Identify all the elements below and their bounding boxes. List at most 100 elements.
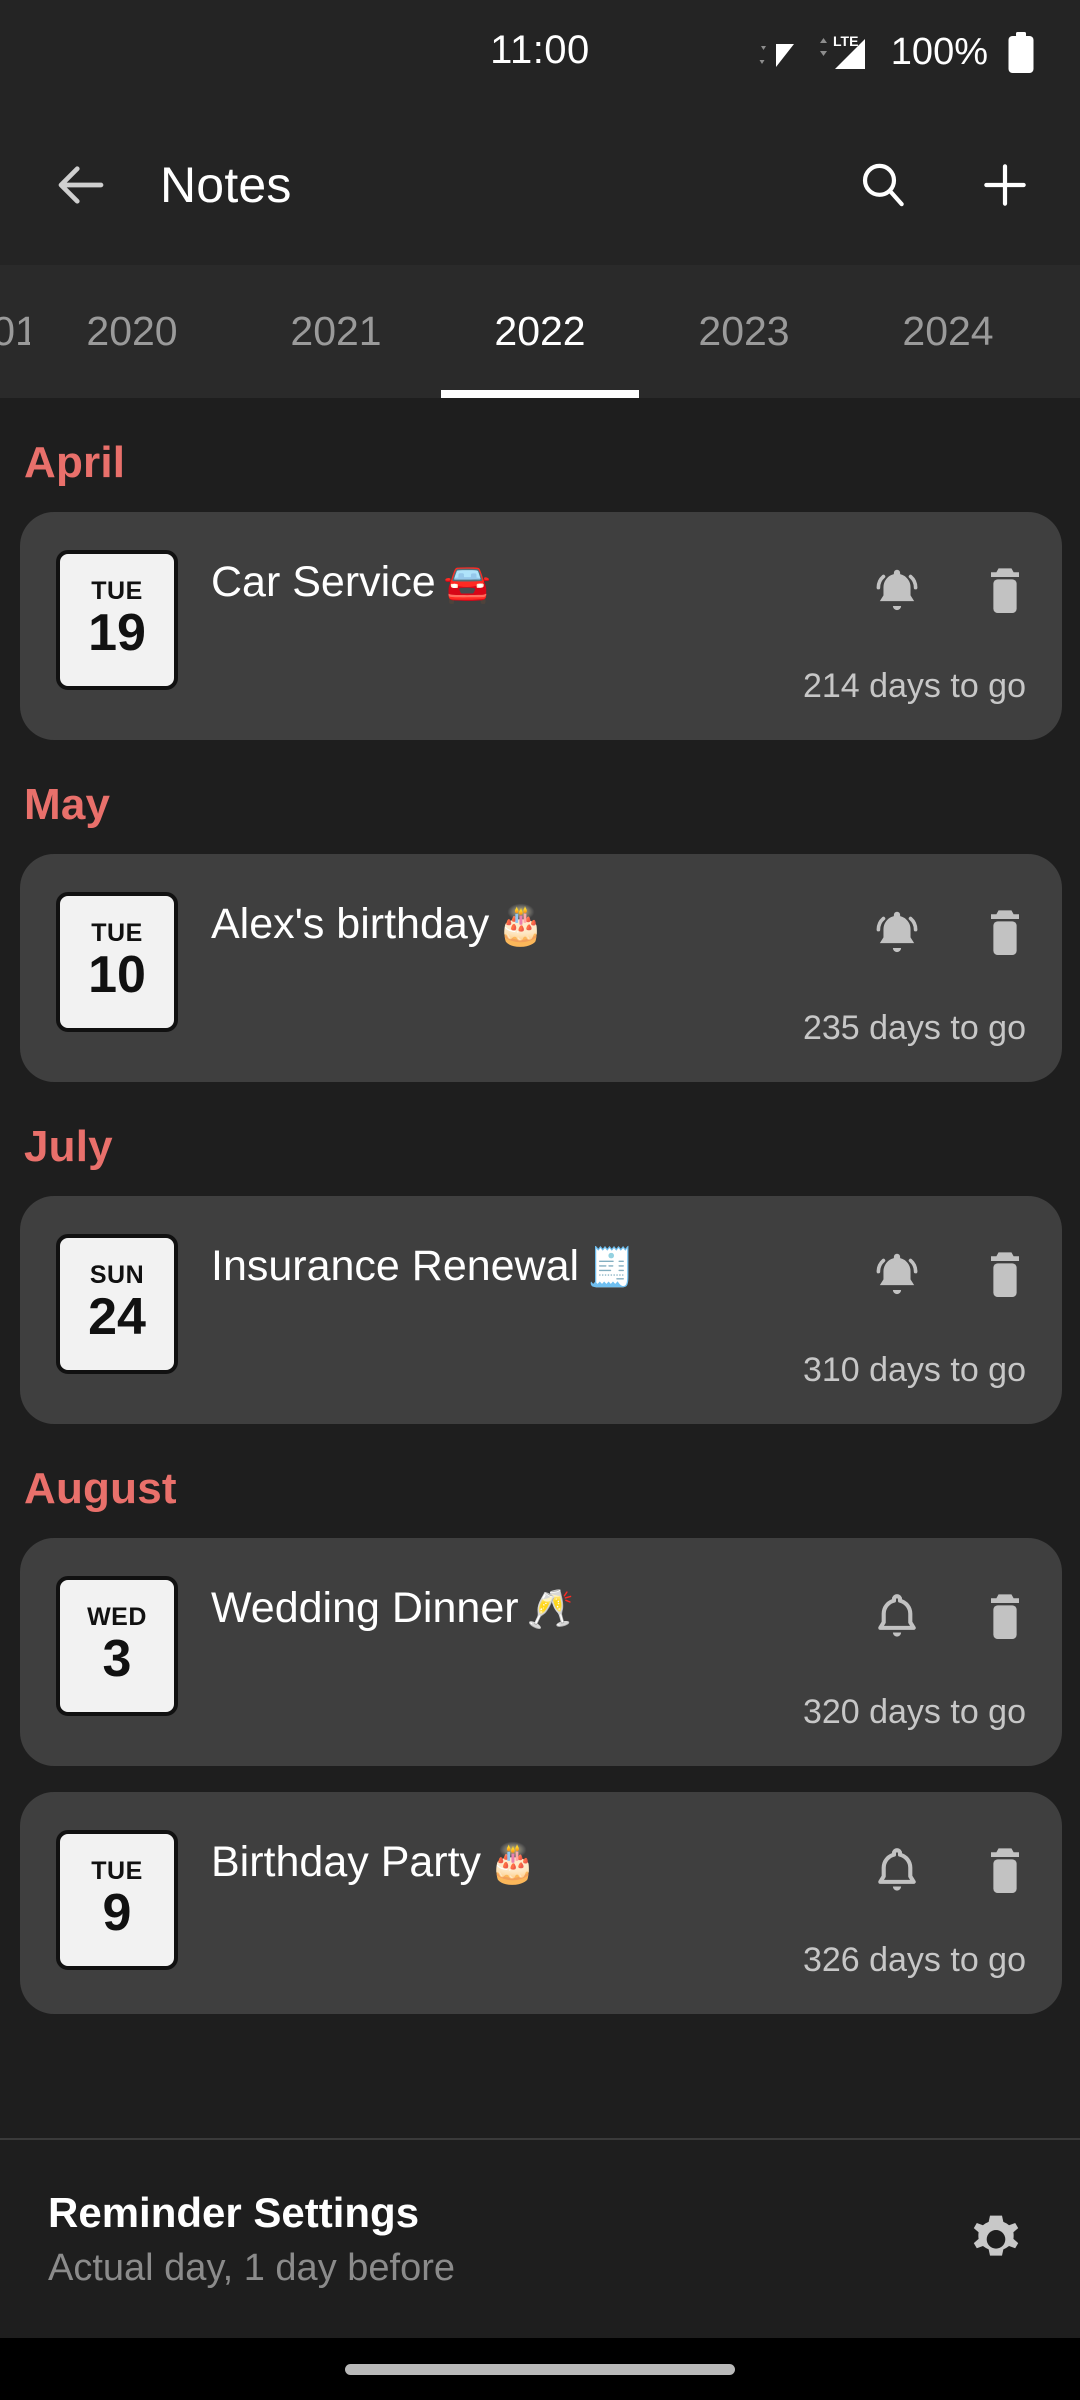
battery-icon <box>1008 31 1034 73</box>
event-card[interactable]: TUE 10 Alex's birthday 🎂 235 days to go <box>20 854 1062 1082</box>
tab-2019-label: 2019 <box>0 308 30 354</box>
delete-button[interactable] <box>974 1586 1036 1648</box>
event-actions <box>866 1828 1036 1902</box>
date-chip: SUN 24 <box>56 1234 178 1374</box>
event-title-text: Alex's birthday <box>211 900 490 948</box>
trash-icon <box>991 1848 1019 1893</box>
event-title-text: Birthday Party <box>211 1838 482 1886</box>
date-chip-dow: WED <box>87 1603 147 1632</box>
date-chip-dow: TUE <box>91 1857 143 1886</box>
reminder-settings-title: Reminder Settings <box>48 2188 420 2236</box>
event-card[interactable]: TUE 9 Birthday Party 🎂 326 days to go <box>20 1792 1062 2014</box>
delete-button[interactable] <box>974 1840 1036 1902</box>
status-bar-indicators: LTE 100% <box>753 31 1036 75</box>
tab-2023-label: 2023 <box>698 308 790 354</box>
tab-2021[interactable]: 2021 <box>234 265 438 398</box>
days-to-go-label: 310 days to go <box>802 1351 1026 1389</box>
alarm-button[interactable] <box>866 1244 928 1306</box>
event-emoji: 🚘 <box>443 563 491 605</box>
home-indicator[interactable] <box>345 2363 735 2375</box>
delete-button[interactable] <box>974 1244 1036 1306</box>
add-note-button[interactable] <box>974 154 1036 216</box>
back-button[interactable] <box>48 152 114 218</box>
app-bar: Notes <box>0 105 1080 265</box>
event-actions <box>866 1574 1036 1648</box>
event-title: Car Service 🚘 <box>178 548 866 607</box>
trash-icon <box>991 910 1019 955</box>
event-title-text: Car Service <box>211 558 436 606</box>
event-title: Alex's birthday 🎂 <box>178 890 866 949</box>
month-header-april: April <box>24 438 126 487</box>
system-navigation-bar <box>0 2338 1080 2400</box>
bell-outline-icon <box>878 1848 916 1891</box>
reminder-settings-bar[interactable]: Reminder Settings Actual day, 1 day befo… <box>0 2138 1080 2338</box>
event-card[interactable]: WED 3 Wedding Dinner 🥂 320 days to go <box>20 1538 1062 1766</box>
year-tab-strip[interactable]: 2019 2020 2021 2022 2023 2024 <box>0 265 1080 398</box>
reminder-settings-button[interactable] <box>956 2199 1036 2279</box>
app-bar-actions <box>852 154 1036 216</box>
bell-outline-icon <box>878 1594 916 1637</box>
svg-text:LTE: LTE <box>833 33 858 49</box>
days-to-go-label: 214 days to go <box>802 667 1026 705</box>
date-chip-day: 19 <box>88 604 146 663</box>
tab-2024-label: 2024 <box>902 308 994 354</box>
event-title: Insurance Renewal 🧾 <box>178 1232 866 1291</box>
event-actions <box>866 890 1036 964</box>
event-emoji: 🎂 <box>497 905 545 947</box>
date-chip-dow: TUE <box>91 577 143 606</box>
alarm-button[interactable] <box>866 902 928 964</box>
event-title-text: Wedding Dinner <box>211 1584 519 1632</box>
days-to-go-label: 235 days to go <box>802 1009 1026 1047</box>
trash-icon <box>991 1594 1019 1639</box>
tab-2019[interactable]: 2019 <box>0 265 30 398</box>
app-screen: 11:00 LTE 100% Notes 01 2020 2021 2022 2… <box>0 0 1080 2400</box>
alarm-button[interactable] <box>866 560 928 622</box>
delete-button[interactable] <box>974 560 1036 622</box>
days-to-go-label: 326 days to go <box>802 1941 1026 1979</box>
tab-2020-label: 2020 <box>86 308 178 354</box>
tab-2022-label: 2022 <box>494 308 586 354</box>
tab-2024[interactable]: 2024 <box>846 265 1050 398</box>
tab-2023[interactable]: 2023 <box>642 265 846 398</box>
tab-2020[interactable]: 2020 <box>30 265 234 398</box>
month-header-may: May <box>24 780 111 829</box>
cellular-signal-icon: LTE <box>819 33 865 69</box>
date-chip-day: 3 <box>102 1630 132 1689</box>
event-emoji: 🥂 <box>526 1589 574 1631</box>
reminder-settings-texts: Reminder Settings Actual day, 1 day befo… <box>48 2189 455 2290</box>
tab-2022[interactable]: 2022 <box>438 265 642 398</box>
event-card[interactable]: SUN 24 Insurance Renewal 🧾 310 days to g… <box>20 1196 1062 1424</box>
date-chip: TUE 9 <box>56 1830 178 1970</box>
days-to-go-label: 320 days to go <box>802 1693 1026 1731</box>
alarm-button[interactable] <box>866 1586 928 1648</box>
event-title: Birthday Party 🎂 <box>178 1828 866 1887</box>
month-header-august: August <box>24 1464 177 1513</box>
search-button[interactable] <box>852 154 914 216</box>
date-chip-day: 24 <box>88 1288 146 1347</box>
event-title-text: Insurance Renewal <box>211 1242 580 1290</box>
bell-ringing-icon <box>876 1253 918 1295</box>
wifi-icon <box>759 43 794 67</box>
reminder-settings-subtitle: Actual day, 1 day before <box>48 2246 455 2289</box>
event-actions <box>866 548 1036 622</box>
delete-button[interactable] <box>974 902 1036 964</box>
plus-icon <box>984 164 1026 206</box>
battery-percent-label: 100% <box>890 31 988 73</box>
date-chip: TUE 10 <box>56 892 178 1032</box>
event-actions <box>866 1232 1036 1306</box>
date-chip-day: 10 <box>88 946 146 1005</box>
date-chip: WED 3 <box>56 1576 178 1716</box>
event-list[interactable]: April TUE 19 Car Service 🚘 214 days to g… <box>0 398 1080 2138</box>
date-chip-dow: TUE <box>91 919 143 948</box>
month-header-july: July <box>24 1122 113 1171</box>
search-icon <box>862 163 904 207</box>
bell-ringing-icon <box>876 911 918 953</box>
date-chip-dow: SUN <box>89 1261 145 1290</box>
event-title: Wedding Dinner 🥂 <box>178 1574 866 1633</box>
tab-2021-label: 2021 <box>290 308 382 354</box>
event-emoji: 🎂 <box>489 1843 537 1885</box>
event-card[interactable]: TUE 19 Car Service 🚘 214 days to go <box>20 512 1062 740</box>
event-emoji: 🧾 <box>587 1247 635 1289</box>
alarm-button[interactable] <box>866 1840 928 1902</box>
page-title: Notes <box>160 157 292 213</box>
